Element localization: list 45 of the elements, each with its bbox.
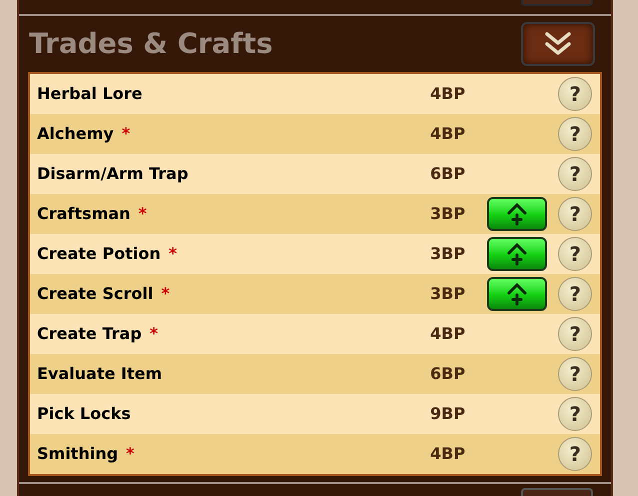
skill-name: Pick Locks: [37, 403, 131, 425]
help-button[interactable]: ?: [558, 197, 592, 231]
skill-name: Alchemy: [37, 123, 114, 145]
help-button[interactable]: ?: [558, 277, 592, 311]
upgrade-button[interactable]: [486, 197, 547, 231]
skill-name: Create Trap: [37, 323, 142, 345]
required-marker: *: [150, 323, 158, 345]
arrow-up-plus-icon: [506, 202, 528, 226]
skill-cost: 9BP: [430, 403, 466, 425]
upgrade-button[interactable]: [486, 277, 547, 311]
section-title: Trades & Crafts: [29, 26, 273, 62]
skill-name: Smithing: [37, 443, 118, 465]
help-button[interactable]: ?: [558, 437, 592, 471]
help-button[interactable]: ?: [558, 237, 592, 271]
skill-name: Evaluate Item: [37, 363, 162, 385]
required-marker: *: [168, 243, 177, 265]
help-button[interactable]: ?: [558, 397, 592, 431]
upgrade-button[interactable]: [486, 237, 547, 271]
skill-cost: 3BP: [430, 203, 466, 225]
help-button[interactable]: ?: [558, 357, 592, 391]
skill-cost: 3BP: [430, 283, 466, 305]
skill-name: Herbal Lore: [37, 83, 142, 105]
required-marker: *: [138, 203, 147, 225]
arrow-up-plus-icon: [506, 242, 528, 266]
help-button[interactable]: ?: [558, 317, 592, 351]
help-button[interactable]: ?: [558, 77, 592, 111]
skill-name: Craftsman: [37, 203, 130, 225]
skill-name: Create Potion: [37, 243, 161, 265]
skill-cost: 6BP: [430, 363, 466, 385]
skill-cost: 4BP: [430, 83, 466, 105]
required-marker: *: [161, 283, 170, 305]
skill-cost: 4BP: [430, 323, 466, 345]
required-marker: *: [126, 443, 134, 465]
help-button[interactable]: ?: [558, 157, 592, 191]
skill-name: Create Scroll: [37, 283, 154, 305]
skill-cost: 4BP: [430, 123, 466, 145]
collapse-button[interactable]: [521, 22, 595, 66]
arrow-up-plus-icon: [506, 282, 528, 306]
skill-cost: 3BP: [430, 243, 466, 265]
skill-name: Disarm/Arm Trap: [37, 163, 188, 185]
help-button[interactable]: ?: [558, 117, 592, 151]
chevrons-down-icon: [543, 31, 573, 57]
skill-cost: 6BP: [430, 163, 466, 185]
required-marker: *: [122, 123, 130, 145]
skill-cost: 4BP: [430, 443, 466, 465]
